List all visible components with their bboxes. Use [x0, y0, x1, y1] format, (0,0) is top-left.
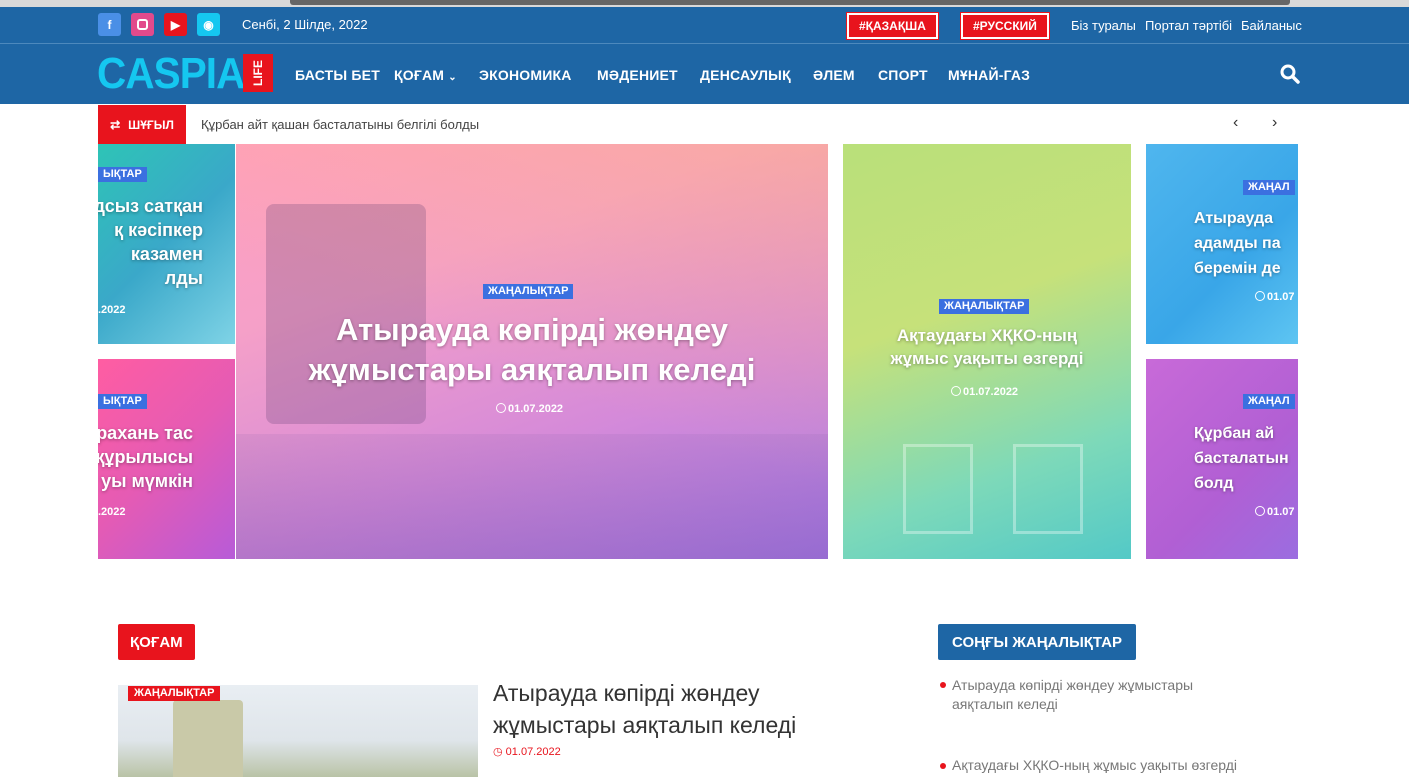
clock-icon: ◷	[493, 746, 506, 758]
tile-date-text: 01.07	[1267, 291, 1295, 303]
rules-link[interactable]: Портал тәртібі	[1145, 18, 1232, 33]
tile-date: 01.07.2022	[951, 386, 1018, 398]
tile-date: 01.07	[1255, 291, 1295, 303]
breaking-news-text[interactable]: Құрбан айт қашан басталатыны белгілі бол…	[201, 117, 479, 132]
article-title[interactable]: Атырауда көпірді жөндеу жұмыстары аяқтал…	[493, 677, 873, 741]
tile-title: рахань тас құрылысы уы мүмкін	[98, 423, 193, 491]
chevron-right-icon[interactable]: ›	[1272, 114, 1277, 132]
tile-date: .2022	[98, 304, 126, 316]
window-image	[903, 444, 973, 534]
tile-category: ЫҚТАР	[98, 394, 147, 409]
youtube-icon[interactable]: ▶	[164, 13, 187, 36]
clock-icon	[1255, 506, 1265, 516]
bullet-icon	[940, 763, 946, 769]
breaking-label: ⇄ ШҰҒЫЛ	[98, 105, 186, 144]
window-image	[1013, 444, 1083, 534]
breaking-label-text: ШҰҒЫЛ	[128, 117, 174, 132]
shuffle-icon: ⇄	[110, 117, 121, 132]
latest-news-item[interactable]: Атырауда көпірді жөндеу жұмыстары аяқтал…	[952, 676, 1222, 714]
lang-kazakh-button[interactable]: #ҚАЗАҚША	[847, 13, 938, 39]
nav-oil-gas[interactable]: МҰНАЙ-ГАЗ	[948, 67, 1030, 83]
nav-sport[interactable]: СПОРТ	[878, 67, 928, 83]
tile-title: Құрбан ай басталатын болд	[1194, 425, 1289, 492]
about-link[interactable]: Біз туралы	[1071, 18, 1136, 33]
news-tile-left-bottom[interactable]: ЫҚТАР рахань тас құрылысы уы мүмкін .202…	[98, 359, 235, 559]
roller-image	[173, 700, 243, 777]
instagram-icon[interactable]	[131, 13, 154, 36]
news-tile-far-top[interactable]: ЖАҢАЛ Атырауда адамды па беремін де 01.0…	[1146, 144, 1298, 344]
road-image	[236, 434, 828, 559]
latest-news-item[interactable]: Ақтаудағы ХҚКО-ның жұмыс уақыты өзгерді	[952, 756, 1252, 775]
tile-category: ЫҚТАР	[98, 167, 147, 182]
clock-icon	[496, 403, 506, 413]
tile-title: Атырауда адамды па беремін де	[1194, 210, 1281, 277]
tile-date: 01.07.2022	[496, 403, 563, 415]
tile-title: Атырауда көпірді жөндеу жұмыстары аяқтал…	[308, 312, 756, 387]
article-date-text: 01.07.2022	[505, 746, 561, 758]
article-date: ◷ 01.07.2022	[493, 745, 561, 758]
nav-society-label: ҚОҒАМ	[394, 67, 445, 83]
nav-society[interactable]: ҚОҒАМ ⌄	[394, 67, 457, 83]
contact-link[interactable]: Байланыс	[1241, 18, 1302, 33]
nav-economy[interactable]: ЭКОНОМИКА	[479, 67, 572, 83]
lang-russian-button[interactable]: #РУССКИЙ	[961, 13, 1049, 39]
news-tile-right[interactable]: ЖАҢАЛЫҚТАР Ақтаудағы ХҚКО-ның жұмыс уақы…	[843, 144, 1131, 559]
tile-date: 01.07	[1255, 506, 1295, 518]
tile-date-text: 01.07.2022	[508, 403, 564, 415]
tile-title: дсыз сатқан қ кәсіпкер казамен лды	[98, 196, 203, 288]
scrollbar[interactable]	[290, 0, 1290, 5]
tile-date-text: 01.07	[1267, 506, 1295, 518]
browser-strip	[0, 0, 1409, 7]
chevron-down-icon: ⌄	[448, 72, 457, 83]
news-tile-left-top[interactable]: ЫҚТАР дсыз сатқан қ кәсіпкер казамен лды…	[98, 144, 235, 344]
tile-category: ЖАҢАЛЫҚТАР	[939, 299, 1030, 314]
facebook-icon[interactable]: f	[98, 13, 121, 36]
latest-news-header: СОҢҒЫ ЖАҢАЛЫҚТАР	[938, 624, 1136, 660]
chevron-left-icon[interactable]: ‹	[1233, 114, 1238, 132]
tile-title: Ақтаудағы ХҚКО-ның жұмыс уақыты өзгерді	[890, 326, 1084, 368]
messenger-icon[interactable]: ◉	[197, 13, 220, 36]
clock-icon	[1255, 291, 1265, 301]
news-tile-far-bottom[interactable]: ЖАҢАЛ Құрбан ай басталатын болд 01.07	[1146, 359, 1298, 559]
article-category: ЖАҢАЛЫҚТАР	[128, 686, 221, 701]
news-tile-featured[interactable]: ЖАҢАЛЫҚТАР Атырауда көпірді жөндеу жұмыс…	[236, 144, 828, 559]
tile-date-text: 01.07.2022	[963, 386, 1019, 398]
current-date: Сенбі, 2 Шілде, 2022	[242, 17, 368, 32]
nav-world[interactable]: ӘЛЕМ	[813, 67, 855, 83]
search-icon[interactable]	[1280, 64, 1300, 84]
bullet-icon	[940, 682, 946, 688]
logo-badge: LIFE	[243, 54, 273, 92]
tile-date: .2022	[98, 506, 126, 518]
tile-category: ЖАҢАЛ	[1243, 394, 1295, 409]
section-header-society[interactable]: ҚОҒАМ	[118, 624, 195, 660]
nav-culture[interactable]: МӘДЕНИЕТ	[597, 67, 678, 83]
nav-home[interactable]: БАСТЫ БЕТ	[295, 67, 380, 83]
nav-health[interactable]: ДЕНСАУЛЫҚ	[700, 67, 791, 83]
clock-icon	[951, 386, 961, 396]
tile-category: ЖАҢАЛ	[1243, 180, 1295, 195]
tile-category: ЖАҢАЛЫҚТАР	[483, 284, 574, 299]
